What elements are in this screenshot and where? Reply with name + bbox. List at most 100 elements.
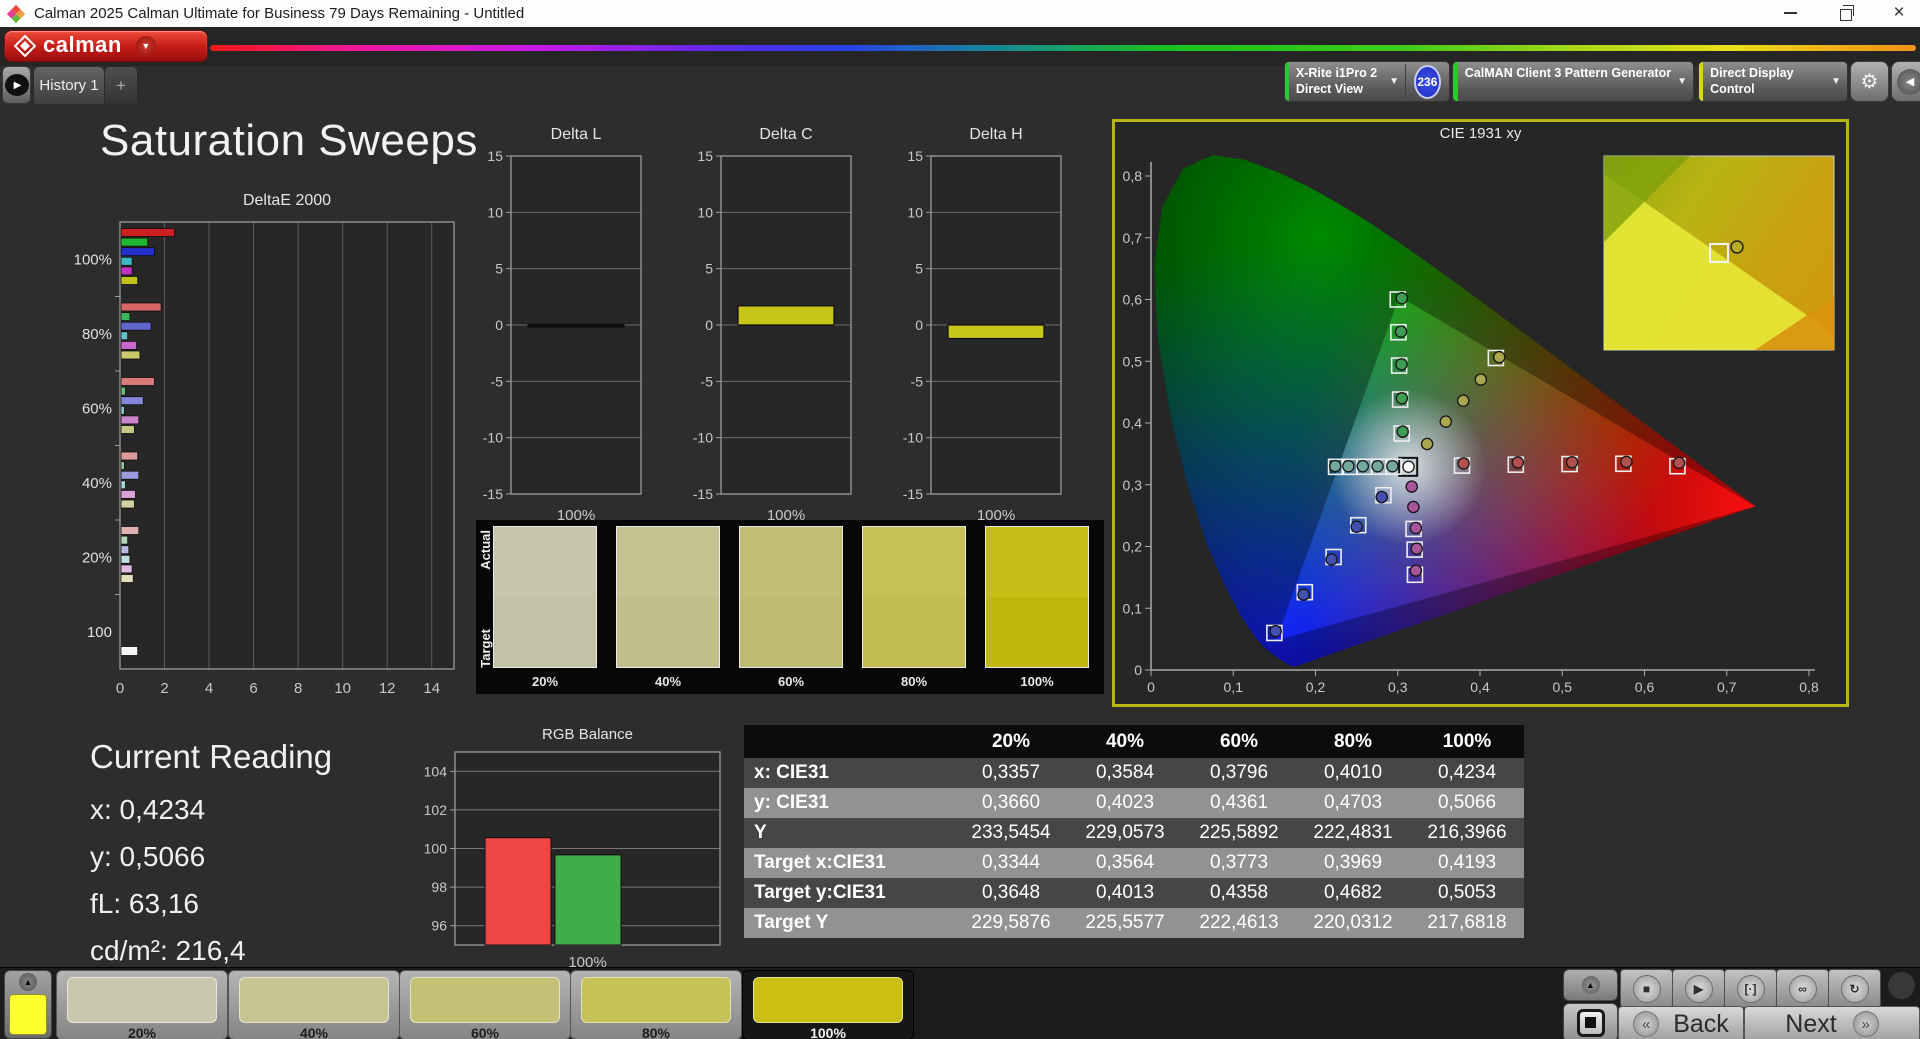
tab-label: History 1 — [39, 77, 99, 94]
svg-text:5: 5 — [495, 261, 503, 277]
minimize-button[interactable] — [1770, 2, 1810, 24]
svg-text:5: 5 — [705, 261, 713, 277]
svg-text:0: 0 — [915, 317, 923, 333]
saturation-level-button-20%[interactable]: 20% — [56, 970, 228, 1039]
meter-mode: Direct View — [1295, 82, 1364, 97]
play-arrow-icon: ▶ — [4, 74, 29, 96]
delta-c-title: Delta C — [759, 126, 813, 143]
saturation-level-button-60%[interactable]: 60% — [399, 970, 571, 1039]
svg-text:-15: -15 — [483, 486, 503, 502]
svg-text:12: 12 — [379, 680, 396, 697]
column-header: 80% — [1296, 725, 1410, 758]
cie-1931-panel: CIE 1931 xy 0 0,1 0,2 0,3 0,4 0,5 0,6 0,7 0,8 0 0,… — [1112, 119, 1849, 707]
svg-text:0: 0 — [495, 317, 503, 333]
swatch-label: 60% — [777, 674, 805, 689]
display-control-dropdown[interactable]: Direct Display Control ▼ — [1698, 61, 1848, 102]
spectrum-strip — [210, 45, 1916, 51]
color-swatch — [493, 526, 597, 668]
color-swatch — [862, 526, 966, 668]
saturation-level-button-80%[interactable]: 80% — [570, 970, 742, 1039]
close-button[interactable]: × — [1879, 2, 1919, 24]
continuous-button[interactable]: ∞ — [1776, 969, 1829, 1008]
pattern-generator-dropdown[interactable]: CalMAN Client 3 Pattern Generator ▼ — [1452, 61, 1694, 102]
tab-history-1[interactable]: History 1 — [33, 66, 105, 104]
svg-text:15: 15 — [487, 148, 503, 164]
svg-text:-5: -5 — [701, 373, 714, 389]
svg-text:100: 100 — [424, 841, 448, 857]
svg-text:104: 104 — [424, 763, 448, 779]
reading-value: cd/m²: 216,4 — [90, 935, 246, 966]
patch-window-button[interactable]: ▲ — [4, 970, 52, 1039]
table-cell: 0,3648 — [981, 882, 1041, 903]
restore-button[interactable] — [1827, 2, 1867, 24]
tab-nav-button[interactable]: ▶ — [2, 66, 31, 104]
level-label: 80% — [641, 1025, 671, 1039]
delta-h-title: Delta H — [969, 126, 1023, 143]
column-header: 20% — [954, 725, 1068, 758]
svg-text:-15: -15 — [693, 486, 713, 502]
loop-icon: ↻ — [1840, 974, 1869, 1003]
stop-button[interactable]: ■ — [1620, 969, 1673, 1008]
svg-text:0,8: 0,8 — [1123, 168, 1143, 184]
meter-name: X-Rite i1Pro 2 — [1295, 66, 1378, 80]
settings-button[interactable]: ⚙ — [1850, 61, 1889, 102]
svg-text:15: 15 — [907, 148, 923, 164]
table-cell: 0,3344 — [981, 852, 1041, 873]
column-header: 40% — [1068, 725, 1182, 758]
saturation-level-button-40%[interactable]: 40% — [228, 970, 400, 1039]
app-logo-icon — [6, 4, 26, 23]
meter-dropdown[interactable]: X-Rite i1Pro 2 Direct View ▼ 236 — [1284, 61, 1450, 102]
collapse-panel-button[interactable]: ◀ — [1891, 61, 1920, 102]
saturation-level-button-100%[interactable]: 100% — [742, 970, 914, 1039]
display-control-label: Direct Display Control — [1710, 66, 1794, 97]
swatch-column: 20% — [493, 526, 597, 694]
divider — [1405, 64, 1406, 99]
swatch-label: 80% — [900, 674, 928, 689]
chevron-down-icon: ▼ — [135, 36, 156, 56]
table-cell: 0,3564 — [1095, 852, 1155, 873]
back-button[interactable]: « Back — [1618, 1006, 1744, 1039]
page-title: Saturation Sweeps — [100, 116, 478, 165]
actual-swatch — [617, 527, 719, 597]
stop-measure-button[interactable] — [1563, 1003, 1618, 1039]
level-label: 40% — [299, 1025, 329, 1039]
table-row: Target y:CIE31 0,3648 0,4013 0,4358 0,4682 0,… — [744, 878, 1524, 908]
loop-button[interactable]: ↻ — [1828, 969, 1881, 1008]
svg-text:0,4: 0,4 — [1470, 679, 1490, 695]
table-cell: 229,0573 — [1085, 822, 1165, 843]
calman-menu-button[interactable]: calman ▼ — [4, 30, 208, 62]
table-cell: 0,4234 — [1437, 762, 1497, 783]
delta-l-title: Delta L — [550, 126, 602, 143]
svg-text:0,7: 0,7 — [1717, 679, 1737, 695]
svg-text:40%: 40% — [82, 475, 112, 492]
table-header-row: 20% 40% 60% 80% 100% — [744, 725, 1524, 758]
brand-label: calman — [43, 32, 122, 57]
plus-icon: + — [116, 75, 126, 95]
svg-text:0,7: 0,7 — [1123, 230, 1143, 246]
minimize-icon — [1783, 12, 1797, 14]
meter-count-badge[interactable]: 236 — [1413, 64, 1441, 99]
single-measure-button[interactable]: [·] — [1724, 969, 1777, 1008]
swatch-column: 80% — [862, 526, 966, 694]
tab-add-button[interactable]: + — [104, 66, 138, 104]
table-cell: 0,3584 — [1095, 762, 1155, 783]
svg-text:-15: -15 — [903, 486, 923, 502]
column-header: 60% — [1182, 725, 1296, 758]
stop-icon: ■ — [1632, 974, 1661, 1003]
svg-text:100%: 100% — [568, 954, 606, 968]
row-label: y: CIE31 — [754, 792, 829, 813]
delta-c-chart: Delta C 15 10 5 0 -5 -10 -15 100% — [687, 126, 862, 524]
table-cell: 225,5892 — [1199, 822, 1279, 843]
color-swatch — [985, 526, 1089, 668]
app-window: Calman 2025 Calman Ultimate for Business… — [0, 0, 1920, 1039]
level-swatch — [410, 977, 560, 1023]
play-button[interactable]: ▶ — [1672, 969, 1725, 1008]
next-button[interactable]: Next » — [1744, 1006, 1920, 1039]
status-indicator — [1888, 972, 1915, 999]
expand-meter-button[interactable]: ▲ — [1563, 969, 1618, 1001]
chevron-left-icon: ◀ — [1897, 68, 1920, 95]
column-header — [744, 725, 954, 758]
chevron-down-icon: ▼ — [1831, 76, 1841, 87]
swatch-label: 40% — [654, 674, 682, 689]
svg-text:80%: 80% — [82, 326, 112, 343]
